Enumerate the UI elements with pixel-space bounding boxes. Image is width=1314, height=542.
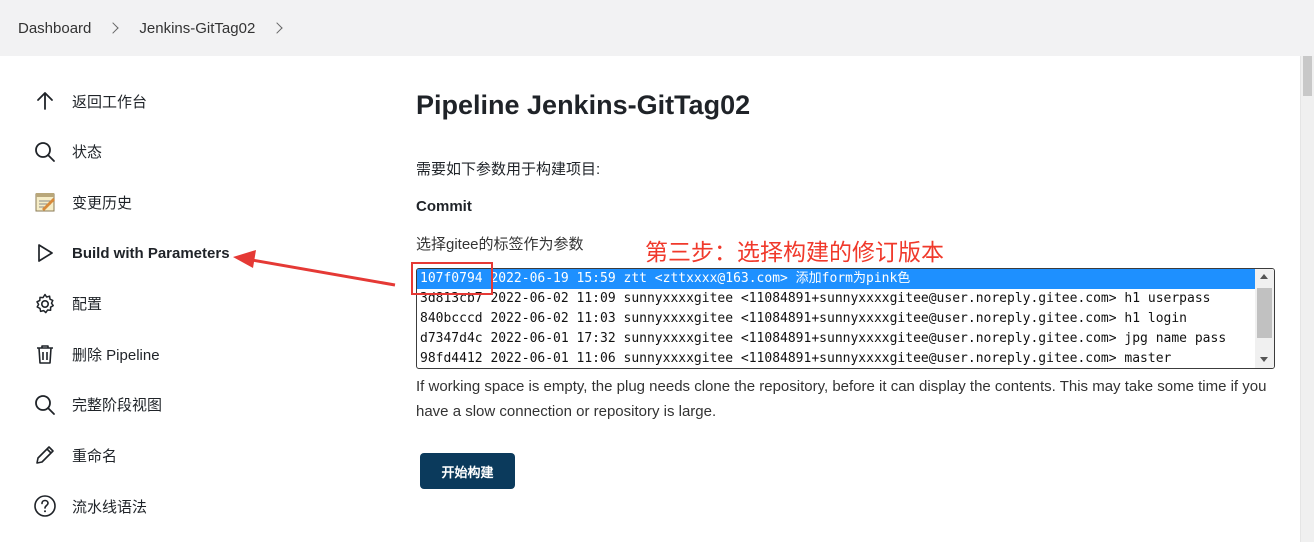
- breadcrumb: Dashboard Jenkins-GitTag02: [0, 0, 1314, 56]
- start-build-button[interactable]: 开始构建: [420, 453, 515, 489]
- sidebar-item-back[interactable]: 返回工作台: [33, 76, 363, 127]
- sidebar-item-configure[interactable]: 配置: [33, 278, 363, 329]
- sidebar-item-label: 完整阶段视图: [72, 397, 163, 415]
- select-scrollbar-thumb[interactable]: [1257, 288, 1272, 338]
- sidebar-item-label: 状态: [72, 144, 103, 162]
- sidebar-item-delete[interactable]: 删除 Pipeline: [33, 329, 363, 380]
- search-icon: [33, 140, 57, 164]
- scroll-up-icon[interactable]: [1260, 274, 1268, 279]
- commit-select[interactable]: 107f0794 2022-06-19 15:59 ztt <zttxxxx@1…: [416, 268, 1275, 369]
- play-icon: [33, 241, 57, 265]
- commit-option[interactable]: 98fd4412 2022-06-01 11:06 sunnyxxxxgitee…: [417, 349, 1255, 368]
- select-scrollbar[interactable]: [1255, 269, 1274, 368]
- sidebar-item-changes[interactable]: 变更历史: [33, 177, 363, 228]
- help-text: If working space is empty, the plug need…: [416, 378, 1267, 420]
- sidebar-item-pipeline-syntax[interactable]: 流水线语法: [33, 481, 363, 532]
- sidebar-item-build-with-parameters[interactable]: Build with Parameters: [33, 228, 363, 279]
- chevron-right-icon[interactable]: [107, 22, 120, 34]
- help-icon: [33, 494, 57, 518]
- notepad-icon: [33, 190, 57, 214]
- sidebar-item-label: 流水线语法: [72, 498, 148, 516]
- chevron-right-icon[interactable]: [271, 22, 283, 34]
- page-title: Pipeline Jenkins-GitTag02: [416, 90, 751, 120]
- page-scrollbar-thumb[interactable]: [1303, 56, 1312, 96]
- breadcrumb-dashboard[interactable]: Dashboard: [18, 20, 91, 37]
- trash-icon: [33, 342, 57, 366]
- commit-option[interactable]: 107f0794 2022-06-19 15:59 ztt <zttxxxx@1…: [417, 269, 1255, 289]
- annotation-highlight-box: [411, 262, 493, 295]
- sidebar: 返回工作台 状态 变更历史 Build with Parameters 配置 删…: [33, 76, 363, 531]
- parameter-description: 选择gitee的标签作为参数: [416, 236, 584, 253]
- gear-icon: [33, 292, 57, 316]
- sidebar-item-label: 返回工作台: [72, 93, 148, 111]
- sidebar-item-label: Build with Parameters: [72, 244, 230, 262]
- sidebar-item-label: 配置: [72, 296, 103, 314]
- page-description: 需要如下参数用于构建项目:: [416, 161, 601, 178]
- commit-option[interactable]: d7347d4c 2022-06-01 17:32 sunnyxxxxgitee…: [417, 329, 1255, 349]
- sidebar-item-label: 变更历史: [72, 194, 133, 212]
- page-scrollbar[interactable]: [1300, 56, 1314, 542]
- sidebar-item-label: 删除 Pipeline: [72, 346, 160, 364]
- scroll-down-icon[interactable]: [1260, 357, 1268, 362]
- search-icon: [33, 393, 57, 417]
- commit-option[interactable]: 3d813cb7 2022-06-02 11:09 sunnyxxxxgitee…: [417, 289, 1255, 309]
- sidebar-item-full-stage-view[interactable]: 完整阶段视图: [33, 380, 363, 431]
- sidebar-item-status[interactable]: 状态: [33, 127, 363, 178]
- pencil-icon: [33, 443, 57, 467]
- parameter-name: Commit: [416, 198, 472, 215]
- annotation-label: 第三步：选择构建的修订版本: [645, 239, 944, 265]
- breadcrumb-job[interactable]: Jenkins-GitTag02: [139, 20, 255, 37]
- commit-option[interactable]: 840bcccd 2022-06-02 11:03 sunnyxxxxgitee…: [417, 309, 1255, 329]
- sidebar-item-rename[interactable]: 重命名: [33, 430, 363, 481]
- sidebar-item-label: 重命名: [72, 447, 118, 465]
- arrow-up-icon: [33, 89, 57, 113]
